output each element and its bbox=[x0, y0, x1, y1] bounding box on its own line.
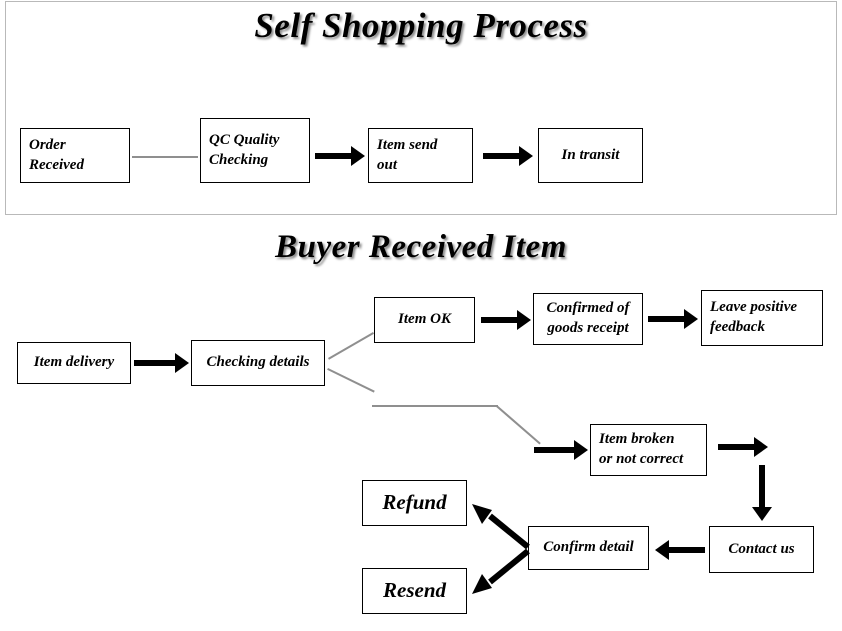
arrow-down-left-icon bbox=[472, 548, 530, 594]
node-qc-quality-checking: QC Quality Checking bbox=[200, 118, 310, 183]
node-line: Leave positive bbox=[710, 299, 798, 316]
node-line: Item broken bbox=[599, 431, 675, 448]
node-line: Received bbox=[29, 156, 84, 173]
branch-line-to-item-broken-part3 bbox=[496, 405, 541, 445]
node-item-broken-or-not-correct: Item broken or not correct bbox=[590, 424, 707, 476]
arrow-contact-us-to-confirm-detail bbox=[655, 540, 705, 560]
connector-order-to-qc bbox=[132, 156, 198, 158]
node-line: Resend bbox=[383, 578, 446, 603]
node-line: Item delivery bbox=[33, 354, 115, 371]
branch-line-to-item-broken-part2 bbox=[372, 405, 498, 407]
node-line: Confirm detail bbox=[543, 539, 634, 556]
node-line: Confirmed of bbox=[546, 300, 630, 317]
bottom-section-title: Buyer Received Item bbox=[275, 229, 567, 265]
node-line: Item send bbox=[377, 136, 438, 153]
branch-line-to-item-broken-part1 bbox=[327, 368, 375, 393]
arrow-branch-into-item-broken bbox=[534, 440, 588, 460]
arrow-item-delivery-to-checking-details bbox=[134, 353, 189, 373]
node-line: Refund bbox=[382, 490, 447, 515]
arrow-confirm-detail-to-refund bbox=[470, 500, 530, 550]
node-line: goods receipt bbox=[547, 320, 629, 336]
node-line: Checking details bbox=[206, 354, 310, 371]
node-line: Contact us bbox=[728, 540, 795, 557]
node-line: Checking bbox=[209, 151, 269, 168]
branch-line-to-item-ok bbox=[328, 332, 374, 360]
arrow-item-ok-to-confirmed-goods-receipt bbox=[481, 310, 531, 330]
node-line: feedback bbox=[710, 319, 765, 335]
node-resend: Resend bbox=[362, 568, 467, 614]
arrow-qc-to-item-send-out bbox=[315, 146, 365, 166]
node-item-ok: Item OK bbox=[374, 297, 475, 343]
flowchart-canvas: Self Shopping Process Order Received QC … bbox=[0, 0, 842, 631]
arrow-item-broken-right bbox=[718, 437, 768, 457]
node-line: Order bbox=[29, 136, 66, 153]
node-line: Item OK bbox=[398, 311, 451, 328]
arrow-confirmed-goods-to-leave-feedback bbox=[648, 309, 698, 329]
node-refund: Refund bbox=[362, 480, 467, 526]
arrow-confirm-detail-to-resend bbox=[470, 548, 530, 598]
node-leave-positive-feedback: Leave positive feedback bbox=[701, 290, 823, 346]
node-order-received: Order Received bbox=[20, 128, 130, 183]
node-in-transit: In transit bbox=[538, 128, 643, 183]
node-confirm-detail: Confirm detail bbox=[528, 526, 649, 570]
arrow-down-to-contact-us bbox=[752, 465, 772, 521]
top-section-title: Self Shopping Process bbox=[254, 6, 588, 45]
arrow-up-left-icon bbox=[472, 504, 530, 550]
node-item-delivery: Item delivery bbox=[17, 342, 131, 384]
node-line: or not correct bbox=[599, 451, 684, 467]
node-line: In transit bbox=[561, 146, 620, 163]
node-item-send-out: Item send out bbox=[368, 128, 473, 183]
node-contact-us: Contact us bbox=[709, 526, 814, 573]
arrow-item-send-out-to-in-transit bbox=[483, 146, 533, 166]
node-checking-details: Checking details bbox=[191, 340, 325, 386]
node-line: QC Quality bbox=[209, 131, 280, 148]
node-confirmed-of-goods-receipt: Confirmed of goods receipt bbox=[533, 293, 643, 345]
node-line: out bbox=[377, 156, 398, 173]
